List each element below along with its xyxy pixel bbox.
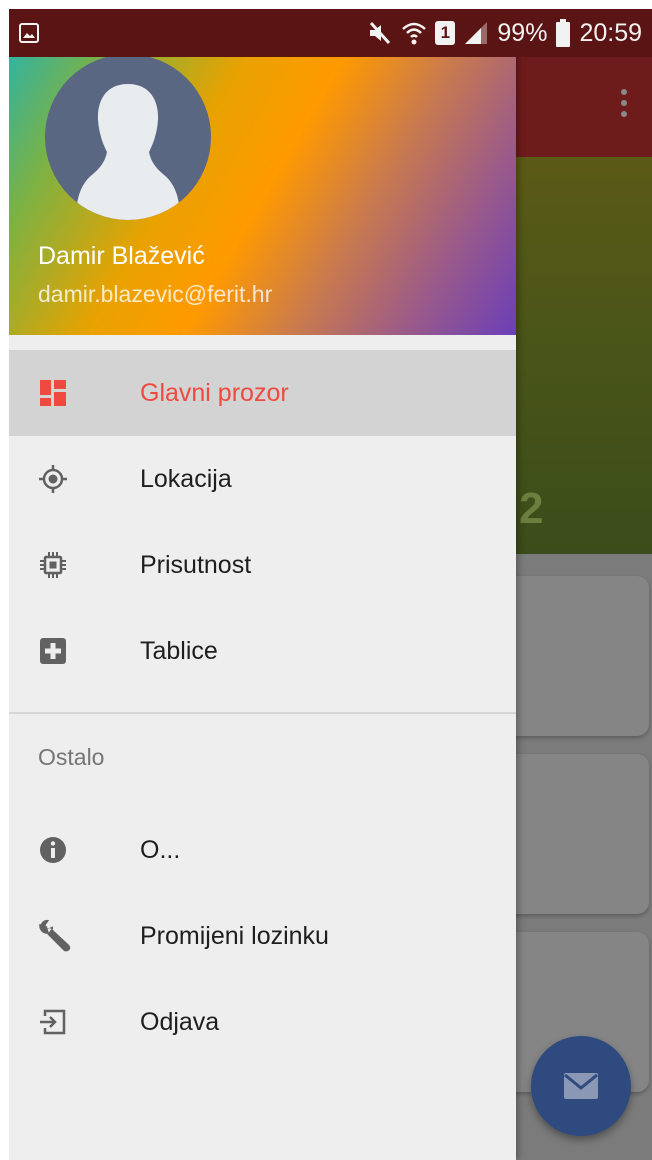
clock: 20:59 [579, 18, 642, 47]
navigation-drawer: Damir Blažević damir.blazevic@ferit.hr G… [9, 9, 516, 1160]
info-icon [40, 837, 66, 863]
compose-mail-button[interactable] [531, 1036, 631, 1136]
mail-icon [564, 1073, 598, 1099]
battery-icon [556, 19, 571, 47]
image-notification-icon [19, 23, 39, 43]
status-icons: 1 99% 20:59 [367, 17, 642, 49]
gps-location-icon [39, 465, 67, 493]
nav-item-label: Prisutnost [140, 550, 252, 579]
nav-item-about[interactable]: O... [9, 807, 516, 893]
overflow-menu-icon[interactable] [620, 89, 628, 123]
user-name: Damir Blažević [38, 242, 205, 270]
logout-icon [40, 1009, 66, 1035]
status-bar: 1 99% 20:59 [9, 9, 652, 57]
nav-item-promijeni-lozinku[interactable]: Promijeni lozinku [9, 893, 516, 979]
wrench-icon [39, 919, 71, 952]
nav-item-label: Promijeni lozinku [140, 921, 329, 950]
user-email: damir.blazevic@ferit.hr [38, 281, 273, 307]
nav-item-label: Odjava [140, 1007, 220, 1036]
nav-item-label: Tablice [140, 636, 218, 665]
nav-item-label: Glavni prozor [140, 378, 289, 407]
dashboard-icon [40, 380, 66, 406]
avatar[interactable] [45, 54, 211, 220]
person-silhouette-icon [77, 84, 179, 220]
signal-icon [465, 22, 488, 44]
wifi-icon [402, 22, 427, 45]
nav-item-tablice[interactable]: Tablice [9, 608, 516, 694]
nav-item-odjava[interactable]: Odjava [9, 979, 516, 1065]
hero-value: 2 [519, 484, 544, 533]
nav-item-glavni-prozor[interactable]: Glavni prozor [9, 350, 516, 436]
nav-item-label: O... [140, 835, 181, 864]
nav-item-prisutnost[interactable]: Prisutnost [9, 522, 516, 608]
chip-icon [40, 552, 66, 578]
nav-item-lokacija[interactable]: Lokacija [9, 436, 516, 522]
drawer-divider [9, 712, 516, 714]
device-screen: 2 1 99% 20:59 Damir Blažević damir.blaze… [9, 9, 652, 1160]
mute-icon [370, 21, 391, 45]
plus-box-icon [40, 638, 66, 664]
nav-item-label: Lokacija [140, 464, 232, 493]
section-title: Ostalo [38, 744, 105, 770]
drawer-header: Damir Blažević damir.blazevic@ferit.hr [9, 9, 516, 335]
sim-icon: 1 [435, 21, 456, 45]
battery-percent: 99% [497, 18, 548, 47]
